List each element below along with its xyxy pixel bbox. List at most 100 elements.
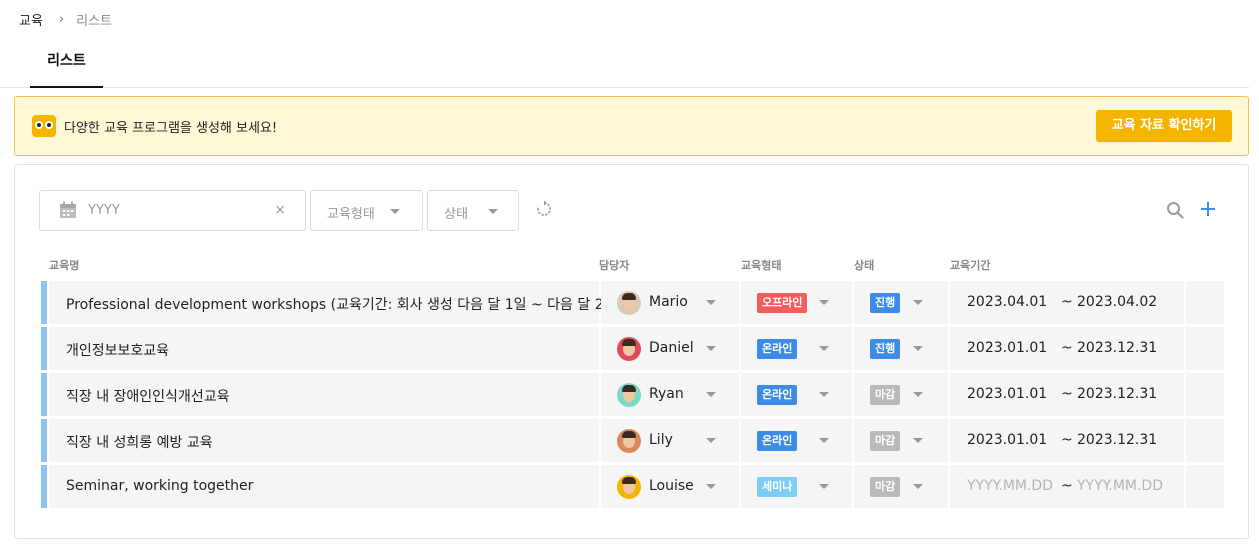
row-marker bbox=[41, 419, 47, 462]
period-cell[interactable]: 2023.01.01 ~2023.12.31 bbox=[950, 373, 1184, 416]
view-materials-button[interactable]: 교육 자료 확인하기 bbox=[1096, 110, 1232, 142]
row-action-cell[interactable] bbox=[1186, 281, 1224, 324]
chevron-down-icon bbox=[819, 392, 829, 397]
avatar bbox=[617, 475, 641, 499]
type-select[interactable]: 온라인 bbox=[741, 327, 852, 370]
avatar bbox=[617, 291, 641, 315]
owner-select[interactable]: Lily bbox=[601, 419, 739, 462]
type-badge: 온라인 bbox=[757, 431, 798, 451]
row-action-cell[interactable] bbox=[1186, 465, 1224, 508]
course-name[interactable]: 직장 내 성희롱 예방 교육 bbox=[66, 432, 213, 452]
end-date[interactable]: 2023.12.31 bbox=[1077, 432, 1157, 448]
course-name[interactable]: Professional development workshops (교육기간… bbox=[66, 294, 622, 314]
period-cell[interactable]: 2023.04.01 ~2023.04.02 bbox=[950, 281, 1184, 324]
owner-select[interactable]: Mario bbox=[601, 281, 739, 324]
period-separator: ~ bbox=[1061, 386, 1073, 402]
table-row[interactable]: Seminar, working together Louise 세미나 마감 YYYY… bbox=[41, 465, 1224, 508]
type-badge: 온라인 bbox=[757, 339, 798, 359]
chevron-down-icon bbox=[913, 392, 923, 397]
table-row[interactable]: 직장 내 성희롱 예방 교육 Lily 온라인 마감 2023.01.01 ~2023.1… bbox=[41, 419, 1224, 462]
name-cell[interactable]: 직장 내 장애인인식개선교육 bbox=[49, 373, 599, 416]
status-select[interactable]: 마감 bbox=[854, 419, 948, 462]
start-date[interactable]: 2023.01.01 bbox=[967, 340, 1047, 356]
chevron-down-icon bbox=[913, 438, 923, 443]
table-row[interactable]: 개인정보보호교육 Daniel 온라인 진행 2023.01.01 ~2023.12.31 bbox=[41, 327, 1224, 370]
row-action-cell[interactable] bbox=[1186, 419, 1224, 462]
start-date[interactable]: 2023.01.01 bbox=[967, 432, 1047, 448]
status-badge: 마감 bbox=[870, 477, 901, 497]
period-cell[interactable]: 2023.01.01 ~2023.12.31 bbox=[950, 327, 1184, 370]
period-cell[interactable]: YYYY.MM.DD ~ YYYY.MM.DD bbox=[950, 465, 1184, 508]
end-date[interactable]: 2023.12.31 bbox=[1077, 386, 1157, 402]
chevron-down-icon bbox=[706, 392, 716, 397]
status-select[interactable]: 마감 bbox=[854, 373, 948, 416]
type-select[interactable]: 세미나 bbox=[741, 465, 852, 508]
owner-select[interactable]: Daniel bbox=[601, 327, 739, 370]
name-cell[interactable]: Seminar, working together bbox=[49, 465, 599, 508]
name-cell[interactable]: 직장 내 성희롱 예방 교육 bbox=[49, 419, 599, 462]
owner-select[interactable]: Louise bbox=[601, 465, 739, 508]
header-type: 교육형태 bbox=[741, 259, 782, 272]
status-select[interactable]: 진행 bbox=[854, 327, 948, 370]
owner-name: Lily bbox=[649, 432, 673, 448]
reset-icon[interactable] bbox=[535, 200, 553, 218]
owner-name: Louise bbox=[649, 478, 694, 494]
start-date[interactable]: 2023.01.01 bbox=[967, 386, 1047, 402]
type-select[interactable]: 오프라인 bbox=[741, 281, 852, 324]
chevron-right-icon: › bbox=[58, 12, 65, 27]
breadcrumb-current: 리스트 bbox=[76, 14, 113, 29]
end-date[interactable]: 2023.04.02 bbox=[1077, 294, 1157, 310]
status-badge: 진행 bbox=[870, 293, 901, 313]
owner-name: Daniel bbox=[649, 340, 694, 356]
course-name[interactable]: 직장 내 장애인인식개선교육 bbox=[66, 386, 229, 406]
breadcrumb-home[interactable]: 교육 bbox=[19, 10, 43, 29]
start-date[interactable]: 2023.04.01 bbox=[967, 294, 1047, 310]
course-name[interactable]: Seminar, working together bbox=[66, 478, 253, 494]
chevron-down-icon bbox=[390, 209, 400, 214]
tab-list[interactable]: 리스트 bbox=[30, 40, 103, 88]
end-date[interactable]: YYYY.MM.DD bbox=[1077, 478, 1163, 494]
chevron-down-icon bbox=[819, 300, 829, 305]
plus-icon[interactable] bbox=[1200, 201, 1216, 217]
row-action-cell[interactable] bbox=[1186, 327, 1224, 370]
course-name[interactable]: 개인정보보호교육 bbox=[66, 340, 169, 360]
chevron-down-icon bbox=[706, 346, 716, 351]
status-filter-label: 상태 bbox=[444, 207, 468, 222]
breadcrumb: 교육 › 리스트 bbox=[19, 10, 112, 29]
banner-text: 다양한 교육 프로그램을 생성해 보세요! bbox=[64, 121, 278, 136]
start-date[interactable]: YYYY.MM.DD bbox=[967, 478, 1053, 494]
owner-name: Ryan bbox=[649, 386, 684, 402]
row-action-cell[interactable] bbox=[1186, 373, 1224, 416]
chevron-down-icon bbox=[819, 346, 829, 351]
type-filter-select[interactable]: 교육형태 bbox=[310, 190, 423, 231]
header-owner: 담당자 bbox=[599, 259, 630, 272]
period-separator: ~ bbox=[1061, 340, 1073, 356]
chevron-down-icon bbox=[706, 484, 716, 489]
owner-select[interactable]: Ryan bbox=[601, 373, 739, 416]
avatar bbox=[617, 337, 641, 361]
list-panel: YYYY × 교육형태 상태 교육명 담당자 교육형태 상태 교육기간 Prof… bbox=[14, 164, 1249, 539]
status-filter-select[interactable]: 상태 bbox=[427, 190, 519, 231]
status-select[interactable]: 진행 bbox=[854, 281, 948, 324]
name-cell[interactable]: 개인정보보호교육 bbox=[49, 327, 599, 370]
table-row[interactable]: Professional development workshops (교육기간… bbox=[41, 281, 1224, 324]
end-date[interactable]: 2023.12.31 bbox=[1077, 340, 1157, 356]
name-cell[interactable]: Professional development workshops (교육기간… bbox=[49, 281, 622, 324]
row-marker bbox=[41, 327, 47, 370]
period-cell[interactable]: 2023.01.01 ~2023.12.31 bbox=[950, 419, 1184, 462]
table-row[interactable]: 직장 내 장애인인식개선교육 Ryan 온라인 마감 2023.01.01 ~2023.1… bbox=[41, 373, 1224, 416]
clear-icon[interactable]: × bbox=[274, 202, 286, 218]
header-period: 교육기간 bbox=[950, 259, 991, 272]
date-filter[interactable]: YYYY × bbox=[39, 190, 306, 231]
date-placeholder: YYYY bbox=[88, 203, 120, 218]
type-select[interactable]: 온라인 bbox=[741, 419, 852, 462]
avatar bbox=[617, 429, 641, 453]
search-icon[interactable] bbox=[1166, 201, 1184, 219]
info-banner: 다양한 교육 프로그램을 생성해 보세요! 교육 자료 확인하기 bbox=[14, 96, 1249, 156]
row-marker bbox=[41, 465, 47, 508]
type-select[interactable]: 온라인 bbox=[741, 373, 852, 416]
avatar bbox=[617, 383, 641, 407]
status-badge: 진행 bbox=[870, 339, 901, 359]
status-select[interactable]: 마감 bbox=[854, 465, 948, 508]
status-badge: 마감 bbox=[870, 385, 901, 405]
